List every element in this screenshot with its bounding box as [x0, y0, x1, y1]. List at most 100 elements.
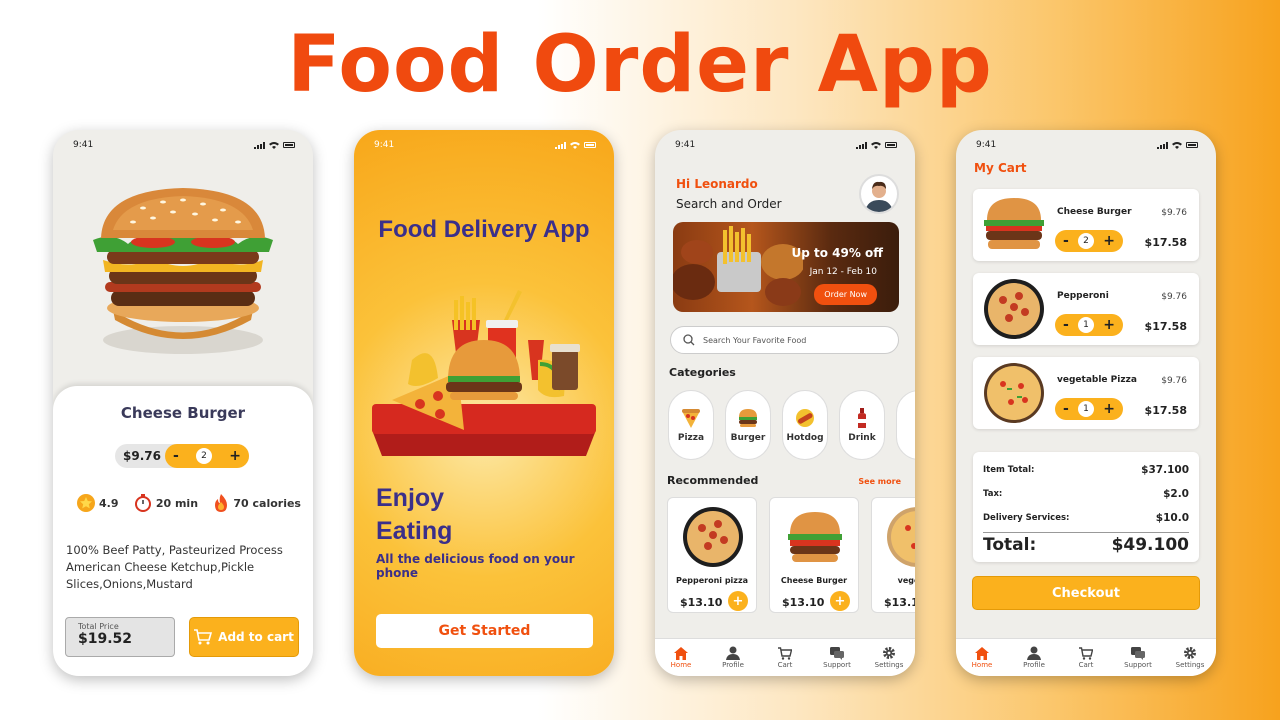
nav-cart[interactable]: Cart	[763, 646, 807, 669]
cart-title: My Cart	[974, 161, 1027, 175]
quantity-stepper: - 2 +	[1055, 230, 1123, 252]
category-label: Pizza	[677, 433, 705, 443]
decrease-button[interactable]: -	[173, 448, 179, 464]
burger-icon	[739, 409, 757, 427]
search-input[interactable]: Search Your Favorite Food	[670, 326, 899, 354]
status-time: 9:41	[976, 140, 997, 150]
status-time: 9:41	[675, 140, 696, 150]
greeting: Hi Leonardo	[676, 177, 758, 191]
category-burger[interactable]: Burger	[725, 390, 771, 460]
delivery-label: Delivery Services:	[983, 513, 1070, 523]
grand-total-label: Total:	[983, 535, 1037, 555]
nav-support[interactable]: Support	[815, 646, 859, 669]
cart-item-unit-price: $9.76	[1161, 376, 1187, 386]
wifi-icon	[269, 142, 279, 149]
category-list: Pizza Burger Hotdog Drink	[668, 390, 915, 460]
recommended-price: $13.10	[680, 596, 723, 609]
category-label: Drink	[848, 433, 876, 443]
cart-item-total: $17.58	[1144, 320, 1187, 333]
rating-value: 4.9	[99, 496, 119, 510]
decrease-button[interactable]: -	[1063, 401, 1069, 417]
cart-item-name: Cheese Burger	[1057, 207, 1132, 217]
prep-time: 20 min	[134, 494, 198, 512]
nav-settings[interactable]: Settings	[1168, 646, 1212, 669]
calories-value: 70 calories	[233, 496, 301, 510]
nav-label: Support	[823, 660, 851, 669]
nav-label: Cart	[777, 660, 793, 669]
decrease-button[interactable]: -	[1063, 233, 1069, 249]
increase-button[interactable]: +	[229, 448, 241, 464]
cart-item-unit-price: $9.76	[1161, 208, 1187, 218]
drink-bottle-icon	[858, 408, 866, 428]
increase-button[interactable]: +	[1103, 401, 1115, 417]
star-icon	[77, 494, 95, 512]
status-icons	[856, 141, 897, 149]
signal-icon	[1157, 141, 1168, 149]
category-label: Hotdog	[786, 433, 824, 443]
nav-home[interactable]: Home	[960, 646, 1004, 669]
see-more-link[interactable]: See more	[858, 477, 901, 486]
recommended-label: Recommended	[667, 474, 759, 487]
quantity-stepper: - 1 +	[1055, 398, 1123, 420]
user-avatar-icon	[865, 181, 893, 212]
quantity-stepper: - 2 +	[165, 444, 249, 468]
delivery-row: Delivery Services: $10.0	[983, 506, 1189, 530]
nav-profile[interactable]: Profile	[1012, 646, 1056, 669]
bottom-nav: Home Profile Cart Support Settings	[655, 638, 915, 676]
cart-icon	[1079, 646, 1093, 660]
add-to-cart-button[interactable]: Add to cart	[189, 617, 299, 657]
category-drink[interactable]: Drink	[839, 390, 885, 460]
recommended-price: $13.10	[884, 596, 915, 609]
order-now-button[interactable]: Order Now	[814, 284, 877, 305]
cart-item-total: $17.58	[1144, 404, 1187, 417]
avatar[interactable]	[859, 174, 899, 214]
category-hotdog[interactable]: Hotdog	[782, 390, 828, 460]
product-detail-screen: 9:41 Cheese Burger $9.76 - 2 + 4.9 20 mi…	[53, 130, 313, 676]
increase-button[interactable]: +	[1103, 233, 1115, 249]
recommended-item[interactable]: Cheese Burger $13.10 +	[769, 497, 859, 613]
pizza-icon	[682, 409, 700, 428]
nav-label: Cart	[1078, 660, 1094, 669]
increase-button[interactable]: +	[1103, 317, 1115, 333]
search-icon	[683, 334, 695, 346]
nav-home[interactable]: Home	[659, 646, 703, 669]
add-button[interactable]: +	[728, 591, 748, 611]
promo-banner[interactable]: Up to 49% off Jan 12 - Feb 10 Order Now	[673, 222, 899, 312]
recommended-item[interactable]: Pepperoni pizza $13.10 +	[667, 497, 757, 613]
add-button[interactable]: +	[830, 591, 850, 611]
nav-support[interactable]: Support	[1116, 646, 1160, 669]
total-price-box: Total Price $19.52	[65, 617, 175, 657]
category-more[interactable]	[896, 390, 915, 460]
category-label: Burger	[730, 433, 766, 443]
total-price-value: $19.52	[78, 631, 133, 647]
categories-label: Categories	[669, 366, 736, 379]
nav-cart[interactable]: Cart	[1064, 646, 1108, 669]
recommended-item[interactable]: vegetab $13.10	[871, 497, 915, 613]
summary-divider	[983, 532, 1189, 533]
cart-item-total: $17.58	[1144, 236, 1187, 249]
grand-total-row: Total: $49.100	[983, 535, 1189, 555]
tax-label: Tax:	[983, 489, 1003, 499]
nav-label: Home	[971, 660, 993, 669]
get-started-button[interactable]: Get Started	[376, 614, 593, 648]
food-tray-illustration	[372, 290, 596, 456]
nav-profile[interactable]: Profile	[711, 646, 755, 669]
tax-row: Tax: $2.0	[983, 482, 1189, 506]
pepperoni-pizza-image	[984, 279, 1044, 339]
item-total-label: Item Total:	[983, 465, 1035, 475]
signal-icon	[856, 141, 867, 149]
cart-item-unit-price: $9.76	[1161, 292, 1187, 302]
total-price-label: Total Price	[78, 622, 119, 631]
decrease-button[interactable]: -	[1063, 317, 1069, 333]
battery-icon	[885, 142, 897, 148]
status-bar: 9:41	[73, 140, 295, 150]
category-pizza[interactable]: Pizza	[668, 390, 714, 460]
checkout-button[interactable]: Checkout	[972, 576, 1200, 610]
delivery-value: $10.0	[1155, 512, 1189, 524]
vegetable-pizza-image	[887, 507, 915, 567]
wifi-icon	[1172, 142, 1182, 149]
splash-screen: 9:41 Food Delivery App Enjoy Eating All …	[354, 130, 614, 676]
battery-icon	[1186, 142, 1198, 148]
nav-settings[interactable]: Settings	[867, 646, 911, 669]
cart-item-name: vegetable Pizza	[1057, 375, 1137, 385]
